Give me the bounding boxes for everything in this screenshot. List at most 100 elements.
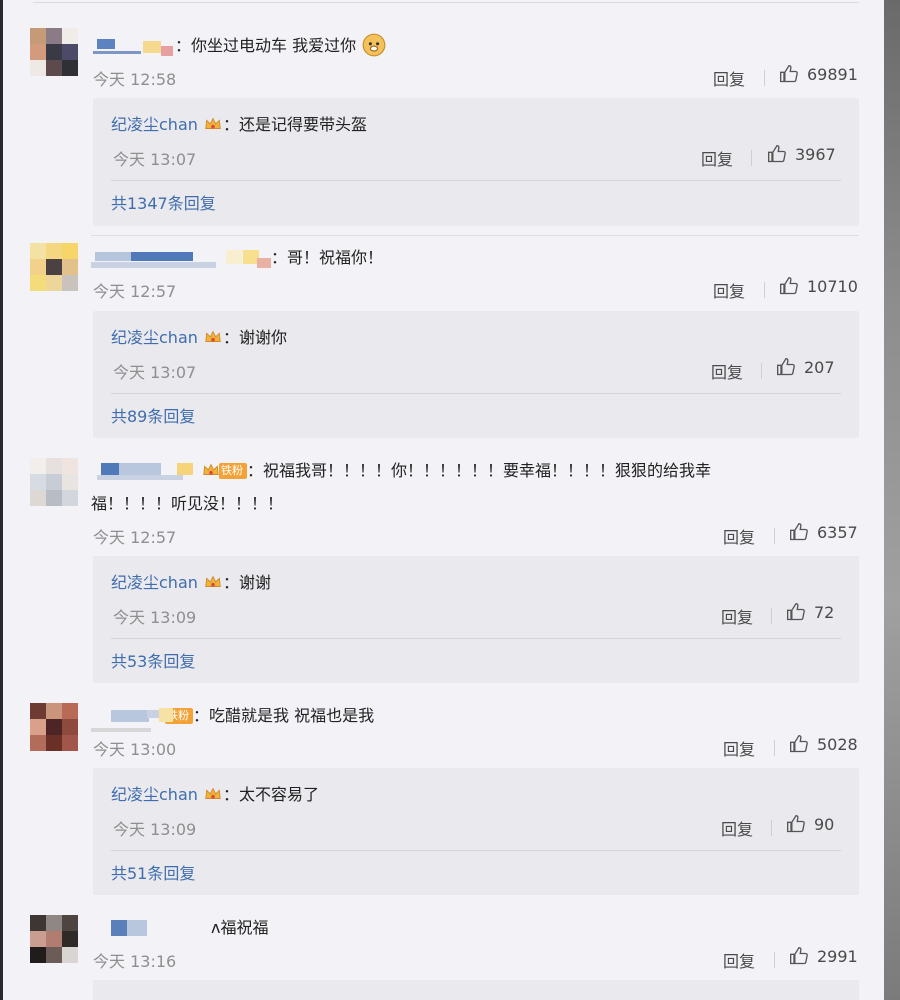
like-button[interactable]: 69891 bbox=[779, 64, 858, 84]
like-count: 5028 bbox=[817, 735, 858, 754]
avatar[interactable] bbox=[30, 915, 78, 963]
reply-meta: 今天 13:09 回复 90 bbox=[111, 812, 841, 842]
comment-text: 祝福我哥！！！！你！！！！！！要幸福！！！！狠狠的给我幸 bbox=[263, 461, 712, 480]
thumbs-up-icon bbox=[777, 357, 795, 376]
comment-time: 今天 12:57 bbox=[93, 282, 177, 301]
reply-button[interactable]: 回复 bbox=[723, 524, 755, 548]
comments-panel[interactable]: ：你坐过电动车 我爱过你 今天 12:58 回复 69891 纪凌尘chan ：… bbox=[3, 0, 884, 1000]
reply-button[interactable]: 回复 bbox=[713, 66, 745, 90]
like-count: 6357 bbox=[817, 523, 858, 542]
like-count: 69891 bbox=[807, 65, 858, 84]
avatar[interactable] bbox=[30, 703, 78, 751]
view-all-replies-link[interactable]: 共89条回复 bbox=[111, 403, 195, 427]
reply-button[interactable]: 回复 bbox=[713, 278, 745, 302]
like-count: 72 bbox=[814, 603, 835, 622]
comment-content: 铁粉 ：祝福我哥！！！！你！！！！！！要幸福！！！！狠狠的给我幸 bbox=[91, 454, 861, 487]
crown-icon bbox=[205, 117, 221, 129]
divider bbox=[33, 2, 859, 3]
reply-author[interactable]: 纪凌尘chan bbox=[111, 785, 198, 804]
separator bbox=[764, 282, 765, 298]
like-button[interactable]: 207 bbox=[776, 357, 835, 377]
view-all-replies-link[interactable]: 共51条回复 bbox=[111, 860, 195, 884]
divider bbox=[111, 638, 841, 639]
background-right-edge bbox=[884, 0, 900, 1000]
separator bbox=[774, 740, 775, 756]
avatar[interactable] bbox=[30, 28, 78, 76]
reply-author[interactable]: 纪凌尘chan bbox=[111, 573, 198, 592]
avatar[interactable] bbox=[30, 458, 78, 506]
reply-author[interactable]: 纪凌尘chan bbox=[111, 328, 198, 347]
comment-content: ᴧ福祝福 bbox=[91, 911, 861, 944]
comment-content: ：你坐过电动车 我爱过你 bbox=[91, 29, 861, 62]
like-button[interactable]: 90 bbox=[786, 814, 834, 834]
comment-meta: 今天 12:58 回复 69891 bbox=[91, 62, 861, 92]
reply-button[interactable]: 回复 bbox=[721, 604, 753, 628]
comment-text: 哥！祝福你！ bbox=[287, 248, 384, 267]
comment-time: 今天 13:16 bbox=[93, 952, 177, 971]
crown-icon bbox=[205, 787, 221, 799]
thumbs-up-icon bbox=[790, 734, 808, 753]
like-button[interactable]: 3967 bbox=[767, 144, 836, 164]
comment-text: 吃醋就是我 祝福也是我 bbox=[209, 706, 375, 725]
like-count: 10710 bbox=[807, 277, 858, 296]
reply-button[interactable]: 回复 bbox=[711, 359, 743, 383]
reply-text: 谢谢你 bbox=[239, 328, 288, 347]
comment-time: 今天 12:57 bbox=[93, 528, 177, 547]
comment-time: 今天 13:00 bbox=[93, 740, 177, 759]
like-button[interactable]: 2991 bbox=[789, 946, 858, 966]
reply-button[interactable]: 回复 bbox=[701, 146, 733, 170]
reply-content: 纪凌尘chan ：谢谢 bbox=[111, 573, 272, 592]
separator bbox=[771, 608, 772, 624]
like-button[interactable]: 6357 bbox=[789, 522, 858, 542]
reply-time: 今天 13:09 bbox=[113, 820, 197, 839]
avatar[interactable] bbox=[30, 243, 78, 291]
reply-button[interactable]: 回复 bbox=[723, 736, 755, 760]
username-redacted[interactable] bbox=[91, 36, 175, 58]
doge-emoji-icon bbox=[362, 33, 386, 57]
reply-preview[interactable]: 纪凌尘chan ：谢谢你 今天 13:07 回复 207 共89条回复 bbox=[93, 311, 859, 438]
reply-content: 纪凌尘chan ：谢谢你 bbox=[111, 328, 288, 347]
separator bbox=[771, 820, 772, 836]
reply-button[interactable]: 回复 bbox=[723, 948, 755, 972]
username-redacted[interactable] bbox=[91, 918, 211, 940]
divider bbox=[91, 235, 859, 236]
divider bbox=[111, 393, 841, 394]
username-redacted[interactable] bbox=[91, 461, 201, 483]
comment-time: 今天 12:58 bbox=[93, 70, 177, 89]
reply-time: 今天 13:09 bbox=[113, 608, 197, 627]
reply-preview-partial[interactable] bbox=[93, 980, 859, 1000]
thumbs-up-icon bbox=[787, 602, 805, 621]
like-button[interactable]: 10710 bbox=[779, 276, 858, 296]
separator bbox=[774, 952, 775, 968]
comment-meta: 今天 12:57 回复 6357 bbox=[91, 520, 861, 550]
reply-text: 谢谢 bbox=[239, 573, 272, 592]
like-button[interactable]: 72 bbox=[786, 602, 834, 622]
username-redacted[interactable] bbox=[91, 248, 271, 270]
thumbs-up-icon bbox=[790, 946, 808, 965]
separator bbox=[774, 528, 775, 544]
reply-button[interactable]: 回复 bbox=[721, 816, 753, 840]
comment-content: ：哥！祝福你！ bbox=[91, 241, 861, 274]
reply-meta: 今天 13:09 回复 72 bbox=[111, 600, 841, 630]
crown-icon bbox=[203, 463, 219, 475]
reply-time: 今天 13:07 bbox=[113, 363, 197, 382]
reply-preview[interactable]: 纪凌尘chan ：太不容易了 今天 13:09 回复 90 共51条回复 bbox=[93, 768, 859, 895]
reply-text: 太不容易了 bbox=[239, 785, 320, 804]
view-all-replies-link[interactable]: 共53条回复 bbox=[111, 648, 195, 672]
username-redacted[interactable] bbox=[91, 706, 173, 732]
reply-author[interactable]: 纪凌尘chan bbox=[111, 115, 198, 134]
view-all-replies-link[interactable]: 共1347条回复 bbox=[111, 190, 216, 214]
comment-meta: 今天 13:16 回复 2991 bbox=[91, 944, 861, 974]
comment-meta: 今天 13:00 回复 5028 bbox=[91, 732, 861, 762]
comment-meta: 今天 12:57 回复 10710 bbox=[91, 274, 861, 304]
comment-content-continued: 福！！！！听见没！！！！ bbox=[91, 494, 284, 513]
reply-preview[interactable]: 纪凌尘chan ：谢谢 今天 13:09 回复 72 共53条回复 bbox=[93, 556, 859, 683]
like-button[interactable]: 5028 bbox=[789, 734, 858, 754]
thumbs-up-icon bbox=[790, 522, 808, 541]
thumbs-up-icon bbox=[780, 64, 798, 83]
divider bbox=[111, 180, 841, 181]
reply-preview[interactable]: 纪凌尘chan ：还是记得要带头盔 今天 13:07 回复 3967 共1347… bbox=[93, 98, 859, 226]
like-count: 90 bbox=[814, 815, 835, 834]
crown-icon bbox=[205, 575, 221, 587]
thumbs-up-icon bbox=[787, 814, 805, 833]
